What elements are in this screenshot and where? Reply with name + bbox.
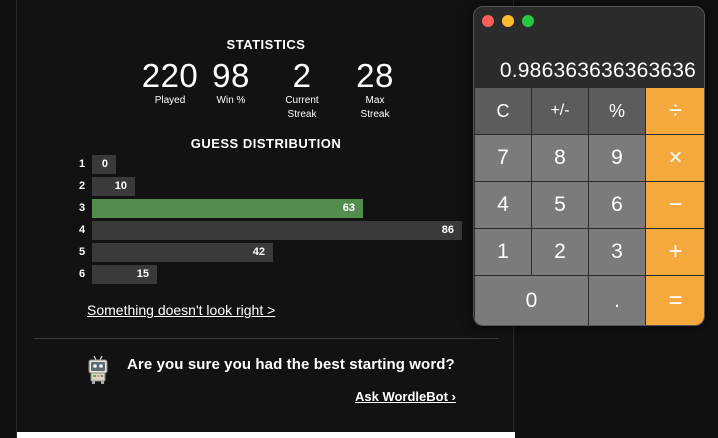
zoom-window-button[interactable] — [522, 15, 534, 27]
multiply-button[interactable]: × — [645, 134, 704, 182]
stat-label: Win % — [216, 95, 246, 106]
wordlebot-icon — [87, 354, 109, 384]
eight-button[interactable]: 8 — [531, 134, 589, 182]
guess-number: 5 — [79, 246, 86, 258]
sign-toggle-button[interactable]: +/- — [531, 87, 589, 135]
subtract-button[interactable]: − — [645, 181, 704, 229]
stat-value: 2 — [292, 57, 312, 94]
panel-bottom-edge — [17, 432, 515, 438]
stat-win-percent: 98 Win % — [193, 58, 269, 108]
minimize-window-button[interactable] — [502, 15, 514, 27]
add-button[interactable]: + — [645, 228, 704, 276]
stat-label: Streak — [287, 109, 317, 120]
distribution-bar: 63 — [92, 199, 363, 218]
stat-max-streak: 28 Max Streak — [337, 58, 413, 122]
guess-number: 6 — [79, 268, 86, 280]
guess-number: 4 — [79, 224, 86, 236]
guess-number: 1 — [79, 158, 86, 170]
one-button[interactable]: 1 — [474, 228, 532, 276]
calculator-window: 0.986363636363636 C +/- % ÷ 7 8 9 × 4 5 … — [473, 6, 705, 326]
seven-button[interactable]: 7 — [474, 134, 532, 182]
stat-label: Current — [285, 95, 319, 106]
equals-button[interactable]: = — [645, 275, 704, 325]
ask-wordlebot-link[interactable]: Ask WordleBot › — [355, 389, 456, 404]
clear-button[interactable]: C — [474, 87, 532, 135]
five-button[interactable]: 5 — [531, 181, 589, 229]
distribution-bar: 42 — [92, 243, 273, 262]
close-window-button[interactable] — [482, 15, 494, 27]
guess-distribution-title: GUESS DISTRIBUTION — [190, 136, 342, 151]
guess-number: 3 — [79, 202, 86, 214]
distribution-bar: 0 — [92, 155, 116, 174]
stat-value: 28 — [356, 57, 394, 94]
stat-value: 98 — [212, 57, 250, 94]
six-button[interactable]: 6 — [588, 181, 646, 229]
distribution-bar: 10 — [92, 177, 135, 196]
calculator-display: 0.986363636363636 — [499, 59, 696, 82]
stat-label: Max — [365, 95, 385, 106]
two-button[interactable]: 2 — [531, 228, 589, 276]
nine-button[interactable]: 9 — [588, 134, 646, 182]
three-button[interactable]: 3 — [588, 228, 646, 276]
zero-button[interactable]: 0 — [474, 275, 589, 325]
statistics-title: STATISTICS — [226, 37, 306, 52]
percent-button[interactable]: % — [588, 87, 646, 135]
statistics-panel: STATISTICS 220 Played 98 Win % 2 Current… — [16, 0, 515, 438]
stat-current-streak: 2 Current Streak — [264, 58, 340, 122]
decimal-button[interactable]: . — [588, 275, 646, 325]
four-button[interactable]: 4 — [474, 181, 532, 229]
wordlebot-question: Are you sure you had the best starting w… — [127, 356, 455, 373]
stat-label: Streak — [360, 109, 390, 120]
distribution-bar: 86 — [92, 221, 462, 240]
feedback-link[interactable]: Something doesn't look right > — [87, 302, 275, 318]
divider — [34, 338, 499, 339]
guess-number: 2 — [79, 180, 86, 192]
divide-button[interactable]: ÷ — [645, 87, 704, 135]
distribution-bar: 15 — [92, 265, 157, 284]
